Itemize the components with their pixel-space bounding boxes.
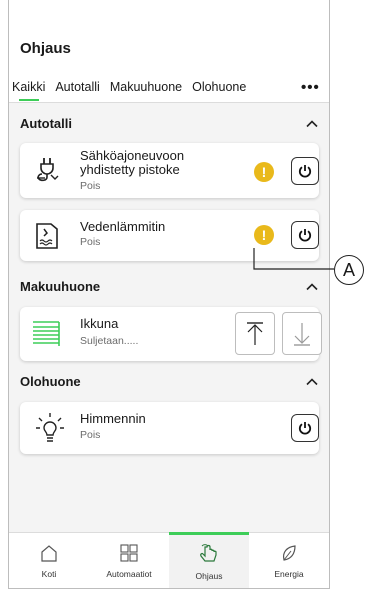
section-header-olohuone[interactable]: Olohuone <box>20 374 319 389</box>
device-name: Sähköajoneuvoon yhdistetty pistoke <box>80 148 185 177</box>
arrow-up-icon <box>247 321 263 345</box>
power-button[interactable] <box>291 221 319 249</box>
chevron-up-icon[interactable] <box>305 117 319 131</box>
ev-plug-icon <box>37 158 59 182</box>
device-status: Suljetaan..... <box>80 335 139 347</box>
section-header-autotalli[interactable]: Autotalli <box>20 116 319 131</box>
tab-olohuone[interactable]: Olohuone <box>192 80 246 94</box>
water-heater-icon <box>36 223 58 249</box>
nav-label: Automaatiot <box>106 569 152 579</box>
automations-icon <box>120 544 138 562</box>
nav-item-ohjaus[interactable]: Ohjaus <box>169 532 249 588</box>
home-icon <box>41 545 57 562</box>
power-button[interactable] <box>291 414 319 442</box>
device-status: Pois <box>80 180 101 192</box>
arrow-down-icon <box>294 322 310 346</box>
app-screen: Ohjaus Kaikki Autotalli Makuuhuone Olohu… <box>8 0 330 589</box>
callout-leader-line <box>253 248 334 270</box>
window-blind-icon <box>33 321 60 346</box>
nav-item-koti[interactable]: Koti <box>9 533 89 588</box>
power-icon <box>298 229 312 242</box>
device-name: Vedenlämmitin <box>80 219 166 234</box>
device-card-ev-plug[interactable]: Sähköajoneuvoon yhdistetty pistoke Pois … <box>20 143 319 198</box>
device-name: Himmennin <box>80 411 146 426</box>
shade-up-button[interactable] <box>235 312 275 355</box>
tab-autotalli[interactable]: Autotalli <box>55 80 99 94</box>
nav-item-energia[interactable]: Energia <box>249 533 329 588</box>
nav-label: Ohjaus <box>195 571 223 581</box>
section-title: Olohuone <box>20 374 81 389</box>
room-tabs: Kaikki Autotalli Makuuhuone Olohuone <box>12 80 329 101</box>
nav-label: Koti <box>41 569 57 579</box>
device-name: Ikkuna <box>80 316 119 331</box>
warning-icon[interactable]: ! <box>254 225 274 245</box>
device-status: Pois <box>80 236 101 248</box>
section-title: Makuuhuone <box>20 279 101 294</box>
section-title: Autotalli <box>20 116 72 131</box>
power-button[interactable] <box>291 157 319 185</box>
top-header: Ohjaus Kaikki Autotalli Makuuhuone Olohu… <box>9 0 329 103</box>
nav-label: Energia <box>274 569 304 579</box>
warning-icon[interactable]: ! <box>254 162 274 182</box>
nav-item-automaatiot[interactable]: Automaatiot <box>89 533 169 588</box>
power-icon <box>298 165 312 178</box>
tab-makuuhuone[interactable]: Makuuhuone <box>110 80 182 94</box>
hand-control-icon <box>200 544 217 562</box>
more-tabs-icon[interactable]: ••• <box>301 79 320 96</box>
section-header-makuuhuone[interactable]: Makuuhuone <box>20 279 319 294</box>
shade-down-button[interactable] <box>282 312 322 355</box>
device-card-dimmer[interactable]: Himmennin Pois <box>20 402 319 454</box>
leaf-icon <box>282 545 296 561</box>
callout-label: A <box>334 255 364 285</box>
chevron-up-icon[interactable] <box>305 280 319 294</box>
device-status: Pois <box>80 429 101 441</box>
device-card-window[interactable]: Ikkuna Suljetaan..... <box>20 307 322 361</box>
bottom-navigation: Koti Automaatiot Ohjaus Energia <box>9 532 329 588</box>
chevron-up-icon[interactable] <box>305 375 319 389</box>
tab-kaikki[interactable]: Kaikki <box>12 80 45 101</box>
power-icon <box>298 422 312 435</box>
page-title: Ohjaus <box>20 40 71 57</box>
dimmer-bulb-icon <box>36 413 64 442</box>
